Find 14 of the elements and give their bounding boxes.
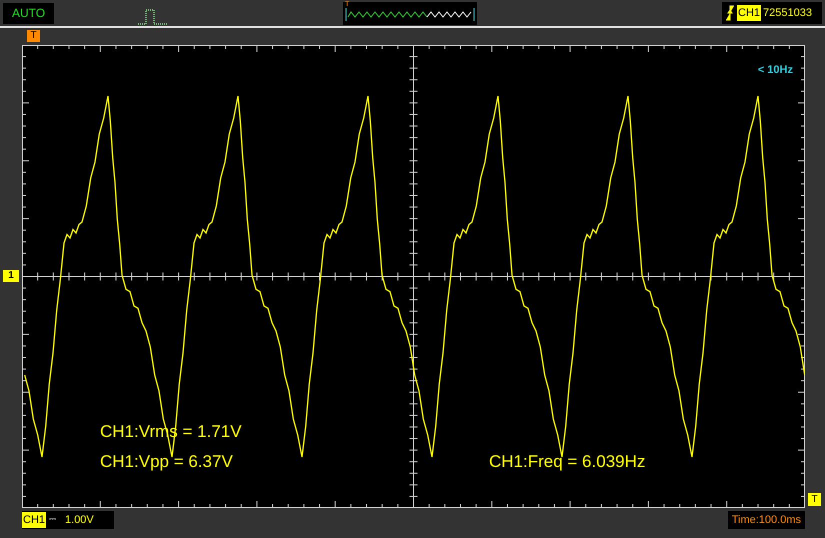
measurement-readout: CH1:Vpp = 6.37V: [100, 451, 233, 473]
coupling-indicator: ⎓: [49, 513, 56, 526]
trigger-level-value: 72551033: [763, 6, 812, 21]
trigger-level-marker: T: [808, 493, 821, 506]
timebase-readout: Time:100.0ms: [728, 511, 805, 529]
pulse-icon: [138, 8, 168, 26]
mode-indicator: AUTO: [3, 2, 54, 24]
trigger-channel-badge: CH1: [737, 4, 762, 22]
volts-per-division: 1.00V: [65, 512, 94, 528]
channel-badge: CH1: [22, 512, 46, 528]
measurement-readout: CH1:Freq = 6.039Hz: [489, 451, 646, 473]
channel-marker: 1: [3, 270, 19, 282]
trigger-position-marker: T: [27, 30, 40, 42]
frequency-note: < 10Hz: [758, 63, 793, 78]
